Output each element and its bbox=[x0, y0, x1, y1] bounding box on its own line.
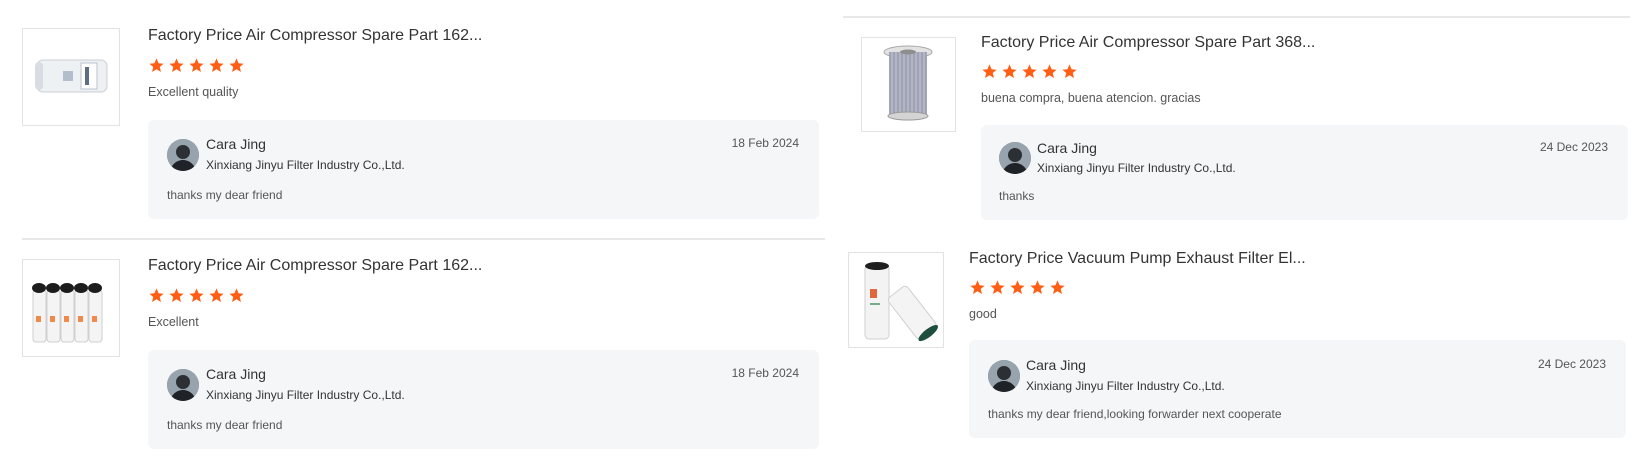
star-icon bbox=[1029, 279, 1046, 296]
rating-stars bbox=[148, 287, 245, 304]
divider bbox=[22, 238, 825, 240]
reply-text: thanks bbox=[999, 189, 1035, 203]
review-comment: Excellent quality bbox=[148, 85, 239, 99]
star-icon bbox=[168, 57, 185, 74]
product-image[interactable] bbox=[22, 259, 120, 357]
rating-stars bbox=[148, 57, 245, 74]
star-icon bbox=[208, 57, 225, 74]
star-icon bbox=[1041, 63, 1058, 80]
rating-stars bbox=[969, 279, 1066, 296]
seller-name: Cara Jing bbox=[206, 136, 266, 152]
product-image[interactable] bbox=[848, 252, 944, 348]
review-comment: Excellent bbox=[148, 315, 199, 329]
star-icon bbox=[981, 63, 998, 80]
star-icon bbox=[148, 287, 165, 304]
seller-name: Cara Jing bbox=[1037, 140, 1097, 156]
divider bbox=[843, 16, 1630, 18]
star-icon bbox=[989, 279, 1006, 296]
reply-date: 24 Dec 2023 bbox=[1537, 357, 1606, 371]
star-icon bbox=[188, 287, 205, 304]
star-icon bbox=[1021, 63, 1038, 80]
reply-text: thanks my dear friend bbox=[167, 418, 283, 432]
seller-avatar bbox=[999, 142, 1031, 174]
product-image[interactable] bbox=[22, 28, 120, 126]
star-icon bbox=[148, 57, 165, 74]
product-title[interactable]: Factory Price Vacuum Pump Exhaust Filter… bbox=[969, 250, 1306, 268]
reply-date: 18 Feb 2024 bbox=[731, 136, 799, 150]
star-icon bbox=[1061, 63, 1078, 80]
product-title[interactable]: Factory Price Air Compressor Spare Part … bbox=[148, 27, 482, 45]
star-icon bbox=[208, 287, 225, 304]
rating-stars bbox=[981, 63, 1078, 80]
star-icon bbox=[168, 287, 185, 304]
seller-name: Cara Jing bbox=[1026, 357, 1086, 373]
star-icon bbox=[1001, 63, 1018, 80]
product-title[interactable]: Factory Price Air Compressor Spare Part … bbox=[981, 34, 1315, 52]
star-icon bbox=[1049, 279, 1066, 296]
star-icon bbox=[188, 57, 205, 74]
star-icon bbox=[228, 57, 245, 74]
reply-date: 24 Dec 2023 bbox=[1539, 140, 1608, 154]
seller-avatar bbox=[167, 139, 199, 171]
reply-date: 18 Feb 2024 bbox=[731, 366, 799, 380]
seller-company: Xinxiang Jinyu Filter Industry Co.,Ltd. bbox=[206, 158, 405, 172]
star-icon bbox=[228, 287, 245, 304]
seller-reply: Cara Jing Xinxiang Jinyu Filter Industry… bbox=[969, 340, 1626, 438]
reply-text: thanks my dear friend bbox=[167, 188, 283, 202]
seller-company: Xinxiang Jinyu Filter Industry Co.,Ltd. bbox=[206, 388, 405, 402]
review-comment: good bbox=[969, 307, 997, 321]
seller-company: Xinxiang Jinyu Filter Industry Co.,Ltd. bbox=[1037, 161, 1236, 175]
reply-text: thanks my dear friend,looking forwarder … bbox=[988, 407, 1282, 421]
review-comment: buena compra, buena atencion. gracias bbox=[981, 91, 1201, 105]
seller-reply: Cara Jing Xinxiang Jinyu Filter Industry… bbox=[981, 125, 1628, 220]
seller-avatar bbox=[988, 360, 1020, 392]
seller-name: Cara Jing bbox=[206, 366, 266, 382]
product-image[interactable] bbox=[861, 37, 956, 132]
star-icon bbox=[1009, 279, 1026, 296]
star-icon bbox=[969, 279, 986, 296]
seller-reply: Cara Jing Xinxiang Jinyu Filter Industry… bbox=[148, 120, 819, 219]
seller-company: Xinxiang Jinyu Filter Industry Co.,Ltd. bbox=[1026, 379, 1225, 393]
product-title[interactable]: Factory Price Air Compressor Spare Part … bbox=[148, 257, 482, 275]
seller-reply: Cara Jing Xinxiang Jinyu Filter Industry… bbox=[148, 350, 819, 449]
seller-avatar bbox=[167, 369, 199, 401]
